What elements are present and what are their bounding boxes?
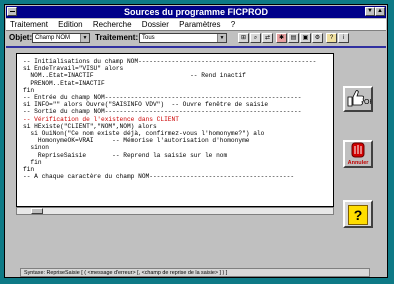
toolbar: Objet: Champ NOM ▼ Traitement: Tous ▼ ⊞ … [6,31,386,45]
replace-icon[interactable]: ⇄ [262,33,273,43]
code-line[interactable]: -- Entrée du champ NOM------------------… [23,94,316,101]
annuler-button[interactable]: Annuler [343,140,373,168]
debug-icon[interactable]: ✱ [276,33,287,43]
code-line[interactable]: sinon [23,144,316,151]
menu-parametres[interactable]: Paramètres [179,20,220,29]
code-line[interactable]: si HExiste("CLIENT","NOM",NOM) alors [23,123,316,130]
code-line[interactable]: fin [23,166,316,173]
dropdown-arrow-icon[interactable]: ▼ [80,34,89,42]
code-line[interactable]: -- Initialisations du champ NOM---------… [23,58,316,65]
traitement-label: Traitement: [95,33,139,42]
question-mark-icon: ? [348,205,368,225]
tools-icon[interactable]: ⚙ [312,33,323,43]
separator [6,46,386,48]
code-editor[interactable]: -- Initialisations du champ NOM---------… [16,53,334,207]
minimize-icon[interactable]: ▼ [365,7,375,16]
horizontal-scrollbar[interactable] [16,207,334,215]
menu-dossier[interactable]: Dossier [142,20,169,29]
dropdown-arrow-icon[interactable]: ▼ [217,34,226,42]
compile-icon[interactable]: ▤ [288,33,299,43]
title-bar: Sources du programme FICPROD ▼ ▲ [6,6,386,18]
system-menu-icon[interactable] [7,7,17,16]
code-line[interactable]: NOM..Etat=INACTIF -- Rend inactif [23,72,316,79]
find-icon[interactable]: ⌕ [250,33,261,43]
menu-help[interactable]: ? [231,20,235,29]
traitement-select[interactable]: Tous ▼ [139,33,227,43]
code-line[interactable]: HomonymeOK=VRAI -- Mémorise l'autorisati… [23,137,316,144]
scrollbar-thumb[interactable] [31,208,43,214]
code-line[interactable]: si OuiNon("Ce nom existe déjà, confirmez… [23,130,316,137]
code-line[interactable]: -- Vérification de l'existence dans CLIE… [23,116,316,123]
traitement-value: Tous [142,35,155,41]
code-line[interactable]: fin [23,87,316,94]
annuler-label: Annuler [347,160,369,166]
code-line[interactable]: fin [23,159,316,166]
window-title: Sources du programme FICPROD [123,7,269,17]
code-line[interactable]: -- A chaque caractère du champ NOM------… [23,173,316,180]
menu-traitement[interactable]: Traitement [10,20,48,29]
ok-button[interactable]: OK [343,86,374,112]
menu-edition[interactable]: Edition [58,20,82,29]
menu-bar: Traitement Edition Recherche Dossier Par… [6,19,386,31]
code-line[interactable]: si INFO="" alors Ouvre("SAISINFO VDV") -… [23,101,316,108]
info-icon[interactable]: i [338,33,349,43]
help-icon[interactable]: ? [326,33,337,43]
objet-label: Objet: [9,33,33,42]
code-icon[interactable]: ⊞ [238,33,249,43]
code-line[interactable]: si EndeTravail="VISU" alors [23,65,316,72]
window-icon[interactable]: ▣ [300,33,311,43]
code-line[interactable]: -- Sortie du champ NOM------------------… [23,108,316,115]
objet-select[interactable]: Champ NOM ▼ [32,33,90,43]
maximize-icon[interactable]: ▲ [375,7,385,16]
help-button[interactable]: ? [343,200,373,228]
menu-recherche[interactable]: Recherche [93,20,132,29]
status-bar: Syntaxe: RepriseSaisie [ ( <message d'er… [20,268,370,277]
thumbs-up-icon: OK [347,90,374,107]
code-text[interactable]: -- Initialisations du champ NOM---------… [23,58,316,180]
code-line[interactable]: RepriseSaisie -- Reprend la saisie sur l… [23,152,316,159]
stop-hand-icon [351,142,365,158]
objet-value: Champ NOM [35,35,71,41]
ok-label: OK [364,99,371,106]
code-line[interactable]: PRENOM..Etat=INACTIF [23,80,316,87]
